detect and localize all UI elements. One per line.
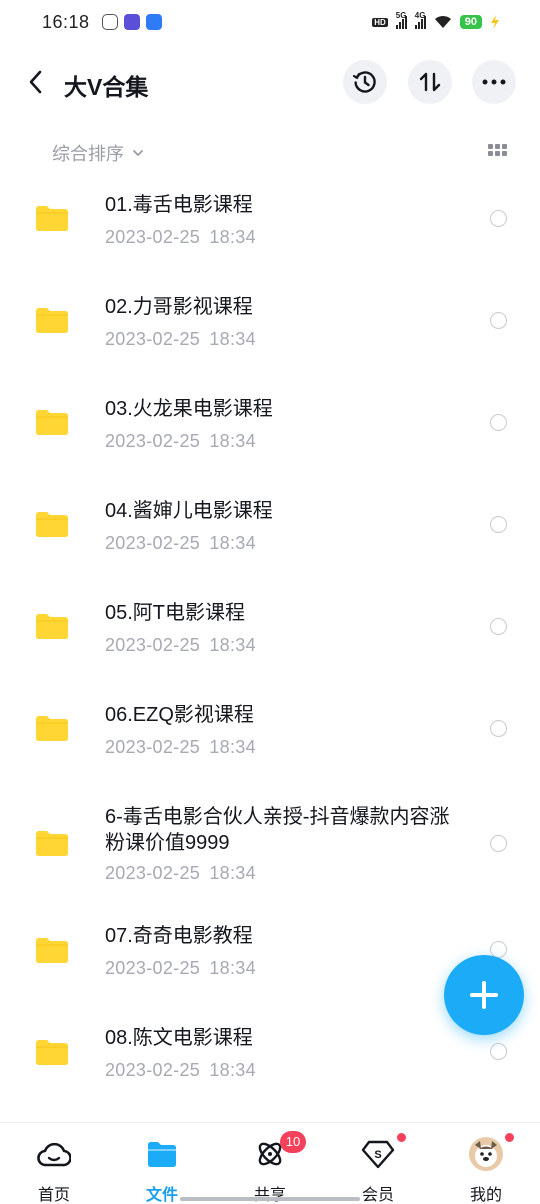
- nav-item-files[interactable]: 文件: [108, 1123, 216, 1204]
- app-notification-icon: [123, 14, 140, 30]
- file-date: 2023-02-25 18:34: [105, 227, 256, 247]
- file-date: 2023-02-25 18:34: [105, 958, 256, 978]
- sort-order-button[interactable]: [408, 60, 452, 104]
- list-item[interactable]: 04.酱婶儿电影课程 2023-02-25 18:34: [0, 486, 540, 576]
- header: 大V合集: [0, 58, 540, 108]
- charging-icon: [491, 15, 499, 29]
- folder-icon: [36, 410, 68, 435]
- nav-item-home[interactable]: 首页: [0, 1123, 108, 1204]
- select-checkbox[interactable]: [490, 516, 507, 533]
- file-date: 2023-02-25 18:34: [105, 737, 256, 757]
- app-notification-icon: [145, 14, 162, 30]
- folder-icon: [36, 938, 68, 963]
- select-checkbox[interactable]: [490, 720, 507, 737]
- sort-dropdown[interactable]: 综合排序: [52, 140, 144, 166]
- add-button[interactable]: [444, 955, 524, 1035]
- signal-4g-icon: 4G: [414, 11, 426, 29]
- file-name: 06.EZQ影视课程: [105, 704, 254, 726]
- avatar-icon: [469, 1137, 503, 1171]
- chevron-left-icon: [29, 70, 42, 94]
- nav-item-vip[interactable]: S 会员: [324, 1123, 432, 1204]
- folder-icon: [36, 716, 68, 741]
- folder-icon: [36, 206, 68, 231]
- status-bar: 16:18 HD 5G 4G 90: [0, 0, 540, 44]
- folder-icon: [36, 831, 68, 856]
- vip-diamond-icon: S: [361, 1137, 395, 1171]
- folder-icon: [36, 308, 68, 333]
- nav-label-home: 首页: [37, 1187, 70, 1204]
- battery-indicator: 90: [459, 15, 482, 29]
- file-date: 2023-02-25 18:34: [105, 1060, 256, 1080]
- list-item[interactable]: 08.陈文电影课程 2023-02-25 18:34: [0, 1015, 540, 1105]
- cloud-home-icon: [37, 1137, 71, 1171]
- file-name: 6-毒舌电影合伙人亲授-抖音爆款内容涨粉课价值9999: [105, 806, 450, 854]
- nav-item-share[interactable]: 共享: [216, 1123, 324, 1204]
- list-item[interactable]: 02.力哥影视课程 2023-02-25 18:34: [0, 282, 540, 372]
- plus-icon: [470, 981, 498, 1009]
- signal-5g-icon: 5G: [395, 11, 407, 29]
- list-item[interactable]: 01.毒舌电影课程 2023-02-25 18:34: [0, 180, 540, 270]
- bottom-nav: 首页 文件 共享 S 会员 我的 10: [0, 1122, 540, 1204]
- select-checkbox[interactable]: [490, 312, 507, 329]
- app-notification-icon: [101, 14, 118, 30]
- more-dots-icon: [482, 79, 506, 85]
- status-indicators: HD 5G 4G 90: [372, 11, 500, 29]
- list-item[interactable]: 03.火龙果电影课程 2023-02-25 18:34: [0, 384, 540, 474]
- history-button[interactable]: [343, 60, 387, 104]
- more-button[interactable]: [472, 60, 516, 104]
- select-checkbox[interactable]: [490, 210, 507, 227]
- nav-item-me[interactable]: 我的: [432, 1123, 540, 1204]
- file-date: 2023-02-25 18:34: [105, 533, 256, 553]
- select-checkbox[interactable]: [490, 835, 507, 852]
- home-indicator: [180, 1197, 360, 1201]
- file-date: 2023-02-25 18:34: [105, 431, 256, 451]
- back-button[interactable]: [18, 64, 54, 100]
- list-item[interactable]: 6-毒舌电影合伙人亲授-抖音爆款内容涨粉课价值9999 2023-02-25 1…: [0, 792, 540, 902]
- folder-icon: [36, 512, 68, 537]
- share-badge: 10: [280, 1131, 306, 1153]
- file-date: 2023-02-25 18:34: [105, 635, 256, 655]
- sort-bar: 综合排序: [0, 136, 540, 168]
- file-date: 2023-02-25 18:34: [105, 329, 256, 349]
- history-icon: [352, 71, 376, 93]
- folder-icon: [36, 614, 68, 639]
- file-name: 03.火龙果电影课程: [105, 398, 273, 420]
- hd-indicator: HD: [372, 17, 388, 27]
- file-name: 04.酱婶儿电影课程: [105, 500, 273, 522]
- wifi-icon: [434, 15, 451, 28]
- nav-label-me: 我的: [469, 1187, 502, 1204]
- folder-icon: [36, 1040, 68, 1065]
- select-checkbox[interactable]: [490, 414, 507, 431]
- vip-notification-dot: [397, 1133, 406, 1142]
- list-item[interactable]: 05.阿T电影课程 2023-02-25 18:34: [0, 588, 540, 678]
- file-name: 01.毒舌电影课程: [105, 194, 253, 216]
- folder-icon: [145, 1137, 179, 1171]
- page-title: 大V合集: [64, 74, 149, 100]
- svg-text:S: S: [374, 1149, 381, 1161]
- sort-label: 综合排序: [52, 144, 124, 164]
- select-checkbox[interactable]: [490, 1043, 507, 1060]
- file-date: 2023-02-25 18:34: [105, 863, 256, 883]
- file-name: 08.陈文电影课程: [105, 1027, 253, 1049]
- me-notification-dot: [505, 1133, 514, 1142]
- file-name: 02.力哥影视课程: [105, 296, 253, 318]
- chevron-down-icon: [133, 150, 143, 157]
- file-name: 05.阿T电影课程: [105, 602, 246, 624]
- select-checkbox[interactable]: [490, 618, 507, 635]
- status-time: 16:18: [42, 11, 90, 32]
- file-name: 07.奇奇电影教程: [105, 925, 253, 947]
- status-app-icons: [101, 14, 162, 30]
- sort-arrows-icon: [419, 72, 441, 92]
- list-item[interactable]: 06.EZQ影视课程 2023-02-25 18:34: [0, 690, 540, 780]
- grid-view-button[interactable]: [488, 144, 508, 160]
